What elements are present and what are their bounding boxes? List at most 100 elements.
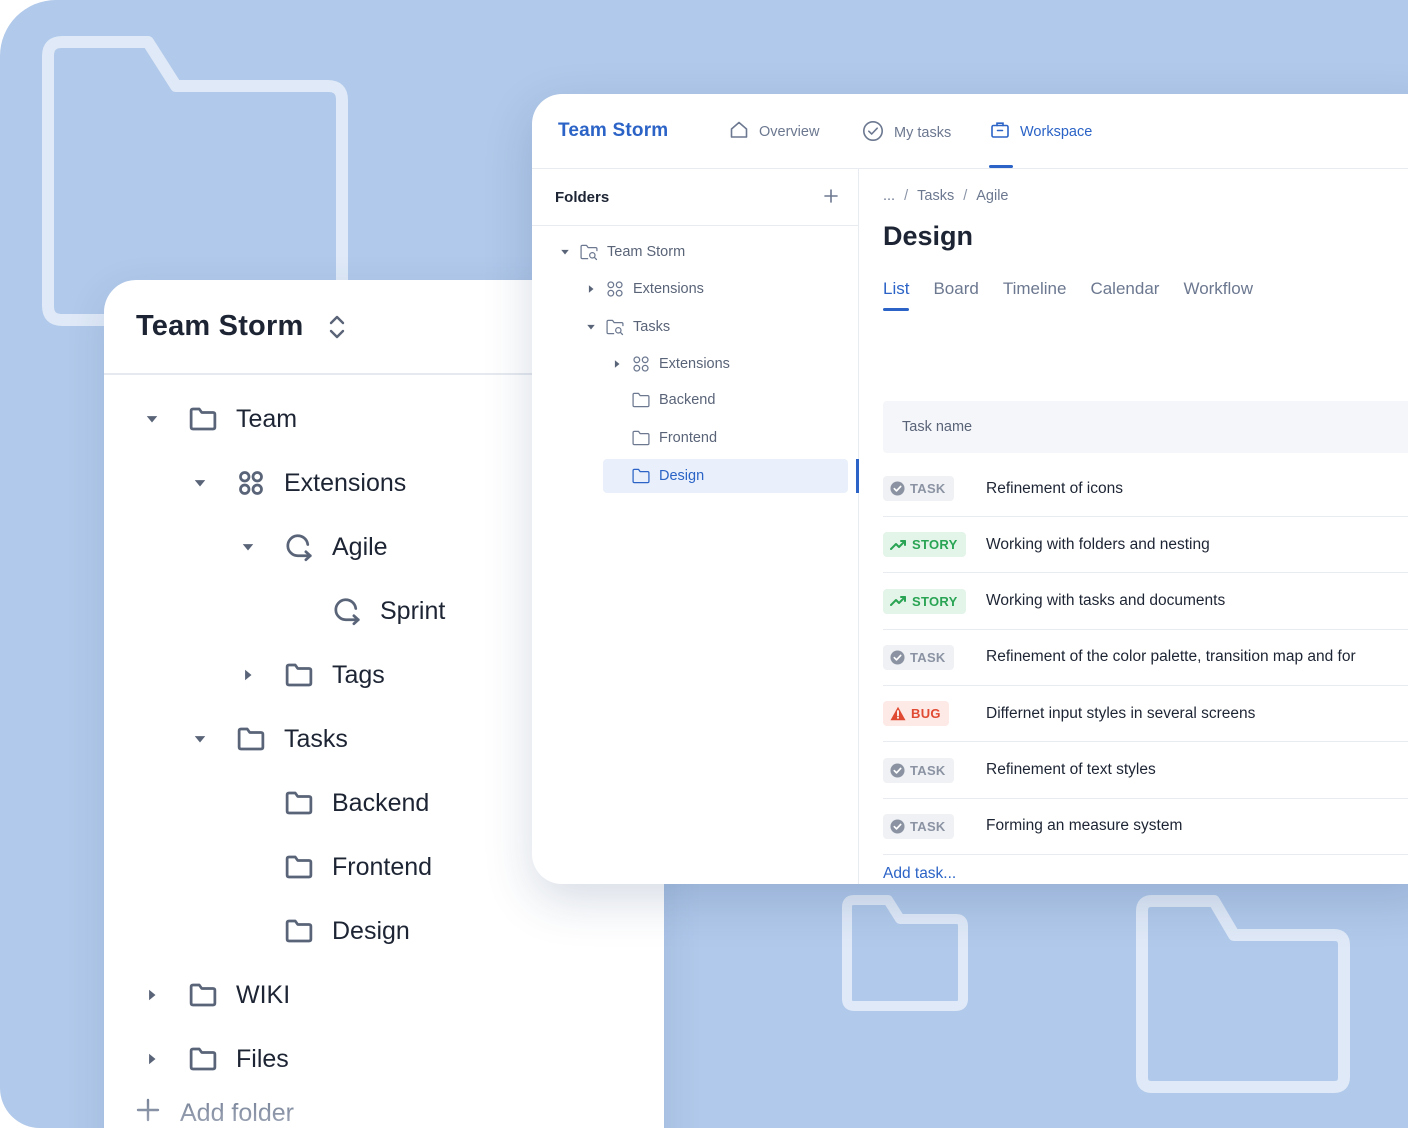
check-circle-icon [890,762,905,778]
tab-board[interactable]: Board [933,279,978,311]
tree-item-design[interactable]: Design [239,907,410,955]
task-row[interactable]: TASK Forming an measure system [883,799,1408,855]
tree-item-label: Agile [332,532,388,561]
add-task-button[interactable]: Add task... [883,854,1408,884]
tab-workflow[interactable]: Workflow [1183,279,1253,311]
folder-icon [631,428,651,448]
tree-item-backend[interactable]: Backend [239,779,429,827]
sidebar-item-extensions[interactable]: Extensions [611,347,730,381]
sidebar-item-extensions[interactable]: Extensions [585,272,704,306]
sidebar-item-label: Frontend [659,430,718,446]
caret-down-icon[interactable] [143,410,161,428]
sidebar-item-frontend[interactable]: Frontend [611,421,717,455]
task-name: Working with tasks and documents [986,592,1226,610]
add-folder-button[interactable]: Add folder [136,1098,294,1128]
tree-item-frontend[interactable]: Frontend [239,843,432,891]
column-task-name[interactable]: Task name [902,419,972,435]
breadcrumb-ellipsis[interactable]: ... [883,188,895,204]
task-row[interactable]: BUG Differnet input styles in several scr… [883,686,1408,743]
breadcrumb-agile[interactable]: Agile [976,188,1008,204]
tab-timeline[interactable]: Timeline [1003,279,1067,311]
tree-item-label: Sprint [380,596,446,625]
add-folder-plus-icon[interactable] [824,187,838,207]
tree-item-files[interactable]: Files [143,1035,289,1083]
agile-icon [284,532,314,562]
task-row[interactable]: TASK Refinement of the color palette, tra… [883,630,1408,686]
folder-icon [284,916,314,946]
folder-icon [236,724,266,754]
workspace-switcher-icon[interactable] [325,313,349,341]
selection-indicator [856,459,859,493]
extensions-icon [605,279,625,299]
check-circle-icon [890,481,905,496]
nav-overview[interactable]: Overview [729,120,819,144]
nav-my-tasks[interactable]: My tasks [862,120,951,146]
folder-icon [188,1044,218,1074]
add-folder-label: Add folder [180,1099,294,1127]
page-title: Design [883,221,974,251]
sidebar-item-label: Team Storm [607,244,686,260]
caret-down-icon[interactable] [559,246,571,258]
tree-item-team[interactable]: Team [143,395,297,443]
tree-item-sprint[interactable]: Sprint [287,587,445,635]
badge-label: TASK [910,762,946,778]
folder-icon [284,788,314,818]
caret-down-icon[interactable] [585,321,597,333]
task-row[interactable]: STORY Working with tasks and documents [883,574,1408,630]
extensions-icon [236,468,266,498]
sidebar-item-backend[interactable]: Backend [611,383,715,417]
plus-icon [136,1098,160,1128]
nav-workspace[interactable]: Workspace [990,120,1092,144]
brand-logo[interactable]: Team Storm [558,120,668,142]
tab-list[interactable]: List [883,279,910,311]
caret-right-icon[interactable] [585,283,597,295]
decorative-folder-icon [836,893,972,1017]
table-header: Task name [883,401,1408,453]
extensions-icon [631,354,651,374]
tree-item-tasks[interactable]: Tasks [191,715,348,763]
story-badge: STORY [883,532,966,558]
tab-calendar[interactable]: Calendar [1090,279,1159,311]
task-row[interactable]: STORY Working with folders and nesting [883,517,1408,574]
tree-item-tags[interactable]: Tags [239,651,385,699]
tree-item-agile[interactable]: Agile [239,523,388,571]
task-badge: TASK [883,644,954,670]
caret-right-icon[interactable] [611,358,623,370]
sidebar-item-design[interactable]: Design [603,459,848,493]
background: Team Storm Team Extensions Agile Sprint Tags… [0,0,1408,1128]
breadcrumb-separator: / [963,188,968,204]
caret-down-icon[interactable] [239,538,257,556]
home-icon [729,120,749,144]
nav-active-indicator [989,165,1013,168]
caret-right-icon[interactable] [239,666,257,684]
tree-item-extensions[interactable]: Extensions [191,459,406,507]
badge-label: TASK [910,481,946,496]
sidebar-item-tasks[interactable]: Tasks [585,310,670,344]
tree-item-wiki[interactable]: WIKI [143,971,290,1019]
task-badge: TASK [883,476,954,501]
app-window: Team Storm Overview My tasks Workspace F… [532,94,1408,884]
caret-right-icon[interactable] [143,1050,161,1068]
task-name: Differnet input styles in several screen… [986,704,1256,722]
nav-my-tasks-label: My tasks [894,125,952,141]
sidebar-item-label: Extensions [633,281,704,297]
task-row[interactable]: TASK Refinement of icons [883,461,1408,517]
sidebar-item-team-storm[interactable]: Team Storm [559,235,685,269]
caret-right-icon[interactable] [143,986,161,1004]
breadcrumb-tasks[interactable]: Tasks [917,188,954,204]
task-row[interactable]: TASK Refinement of text styles [883,743,1408,799]
tree-item-label: Backend [332,788,430,817]
caret-down-icon[interactable] [191,730,209,748]
briefcase-icon [990,120,1010,144]
badge-label: TASK [910,649,946,665]
badge-label: STORY [912,593,958,609]
trend-up-icon [890,594,907,608]
tree-item-label: Extensions [284,468,407,497]
folder-search-icon [579,242,599,262]
caret-down-icon[interactable] [191,474,209,492]
folders-title: Folders [555,188,610,206]
folder-icon [188,404,218,434]
